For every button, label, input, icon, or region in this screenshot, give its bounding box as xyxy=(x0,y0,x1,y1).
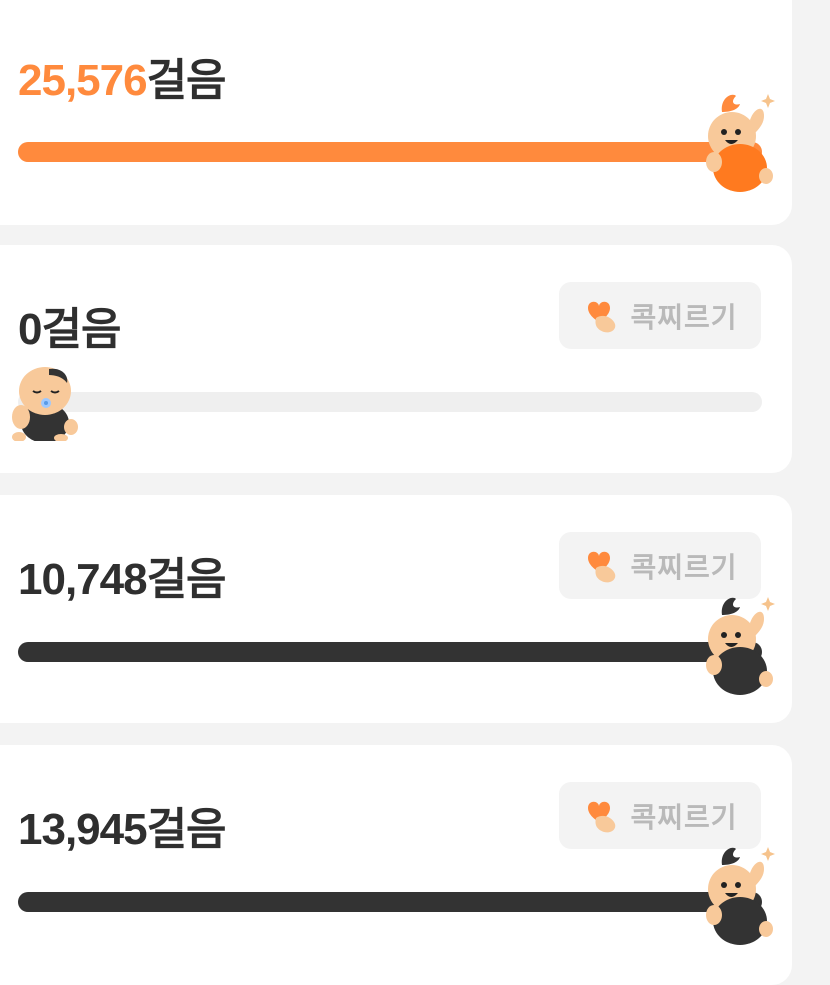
step-number: 25,576 xyxy=(18,56,148,105)
step-count: 25,576걸음 xyxy=(18,44,227,108)
step-number: 13,945 xyxy=(18,805,148,854)
step-unit: 걸음 xyxy=(146,56,227,105)
poke-hand-heart-icon xyxy=(588,551,616,582)
poke-hand-heart-icon xyxy=(588,301,616,332)
poke-button[interactable]: 콕찌르기 xyxy=(559,532,761,599)
step-count: 0걸음 xyxy=(18,293,121,357)
step-number: 10,748 xyxy=(18,555,148,604)
progress-track xyxy=(18,892,762,912)
walker-card: 13,945걸음 콕찌르기 xyxy=(0,745,792,985)
step-count: 10,748걸음 xyxy=(18,543,227,607)
step-count: 13,945걸음 xyxy=(18,793,227,857)
mascot-baby-icon xyxy=(12,367,78,441)
progress-fill xyxy=(18,892,762,912)
poke-label: 콕찌르기 xyxy=(630,551,738,583)
step-unit: 걸음 xyxy=(146,555,227,604)
poke-label: 콕찌르기 xyxy=(630,801,738,833)
poke-button[interactable]: 콕찌르기 xyxy=(559,282,761,349)
step-unit: 걸음 xyxy=(146,805,227,854)
step-number: 0 xyxy=(18,305,43,354)
walker-card: 0걸음 콕찌르기 xyxy=(0,245,792,473)
progress-track xyxy=(18,642,762,662)
mascot-cheering-icon xyxy=(706,597,775,695)
poke-hand-heart-icon xyxy=(588,801,616,832)
walker-card: 10,748걸음 콕찌르기 xyxy=(0,495,792,723)
step-unit: 걸음 xyxy=(41,305,121,354)
mascot-cheering-icon xyxy=(706,847,775,945)
progress-fill xyxy=(18,642,762,662)
progress-fill xyxy=(18,142,762,162)
walker-card: 25,576걸음 xyxy=(0,0,792,225)
mascot-cheering-icon xyxy=(706,94,775,192)
progress-track xyxy=(18,142,762,162)
poke-button[interactable]: 콕찌르기 xyxy=(559,782,761,849)
progress-track xyxy=(18,392,762,412)
poke-label: 콕찌르기 xyxy=(630,301,738,333)
